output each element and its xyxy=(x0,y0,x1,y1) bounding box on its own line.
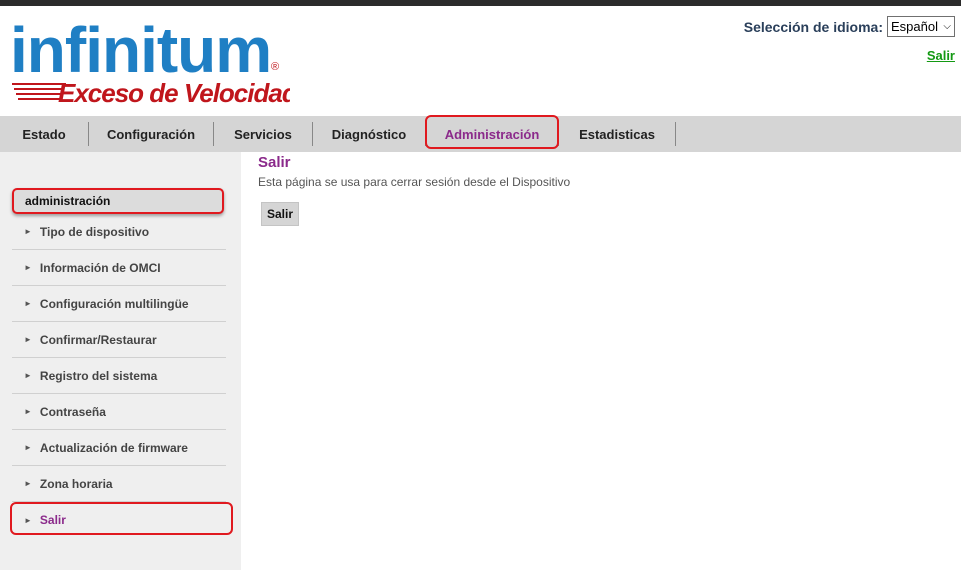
language-select[interactable]: Español ⌵ xyxy=(887,16,955,37)
sidebar-item-label: Confirmar/Restaurar xyxy=(39,332,157,347)
sidebar-item-label: Actualización de firmware xyxy=(39,440,188,455)
sidebar-item-label: Zona horaria xyxy=(39,476,113,491)
sidebar-item-zona-horaria[interactable]: ► Zona horaria xyxy=(12,466,226,502)
page-description: Esta página se usa para cerrar sesión de… xyxy=(258,175,571,189)
logo-main-text: infinitum xyxy=(10,18,271,86)
sidebar-active-highlight xyxy=(10,502,233,535)
sidebar-item-firmware[interactable]: ► Actualización de firmware xyxy=(12,430,226,466)
logo-tagline: Exceso de Velocidad xyxy=(58,78,290,108)
nav-tab-servicios[interactable]: Servicios xyxy=(214,116,312,152)
language-label: Selección de idioma: xyxy=(743,18,883,35)
sidebar-item-label: Registro del sistema xyxy=(39,368,158,383)
sidebar-item-confirmar-restaurar[interactable]: ► Confirmar/Restaurar xyxy=(12,322,226,358)
bullet-icon: ► xyxy=(24,443,32,452)
bullet-icon: ► xyxy=(24,479,32,488)
sidebar-item-label: Contraseña xyxy=(39,404,106,419)
bullet-icon: ► xyxy=(24,263,32,272)
nav-tab-estadisticas[interactable]: Estadisticas xyxy=(559,116,675,152)
language-selector: Selección de idioma: Español ⌵ xyxy=(744,16,955,37)
sidebar-item-tipo-dispositivo[interactable]: ► Tipo de dispositivo xyxy=(12,214,226,250)
page-title: Salir xyxy=(258,154,291,171)
sidebar-header[interactable]: administración xyxy=(12,188,224,214)
infinitum-logo: infinitum ® Exceso de Velocidad xyxy=(10,18,290,108)
nav-tab-estado[interactable]: Estado xyxy=(0,116,88,152)
nav-active-highlight xyxy=(425,115,559,149)
language-selected-value: Español xyxy=(891,19,938,34)
bullet-icon: ► xyxy=(24,407,32,416)
sidebar-item-label: Información de OMCI xyxy=(39,260,161,275)
top-bar xyxy=(0,0,961,6)
bullet-icon: ► xyxy=(24,227,32,236)
bullet-icon: ► xyxy=(24,335,32,344)
main-content: Salir Esta página se usa para cerrar ses… xyxy=(258,154,571,226)
sidebar-item-contrasena[interactable]: ► Contraseña xyxy=(12,394,226,430)
sidebar-item-label: Configuración multilingüe xyxy=(39,296,189,311)
logout-button[interactable]: Salir xyxy=(261,202,299,226)
sidebar-item-omci[interactable]: ► Información de OMCI xyxy=(12,250,226,286)
sidebar-menu: ► Tipo de dispositivo ► Información de OMC… xyxy=(12,214,226,538)
logout-link[interactable]: Salir xyxy=(927,48,955,63)
nav-tab-configuracion[interactable]: Configuración xyxy=(89,116,213,152)
sidebar-item-label: Tipo de dispositivo xyxy=(39,224,150,239)
logo-registered-mark: ® xyxy=(271,61,279,73)
chevron-down-icon: ⌵ xyxy=(943,21,951,32)
nav-divider xyxy=(675,122,676,146)
sidebar-item-registro-sistema[interactable]: ► Registro del sistema xyxy=(12,358,226,394)
bullet-icon: ► xyxy=(24,299,32,308)
sidebar-item-multilingue[interactable]: ► Configuración multilingüe xyxy=(12,286,226,322)
nav-tab-diagnostico[interactable]: Diagnóstico xyxy=(313,116,425,152)
bullet-icon: ► xyxy=(24,371,32,380)
